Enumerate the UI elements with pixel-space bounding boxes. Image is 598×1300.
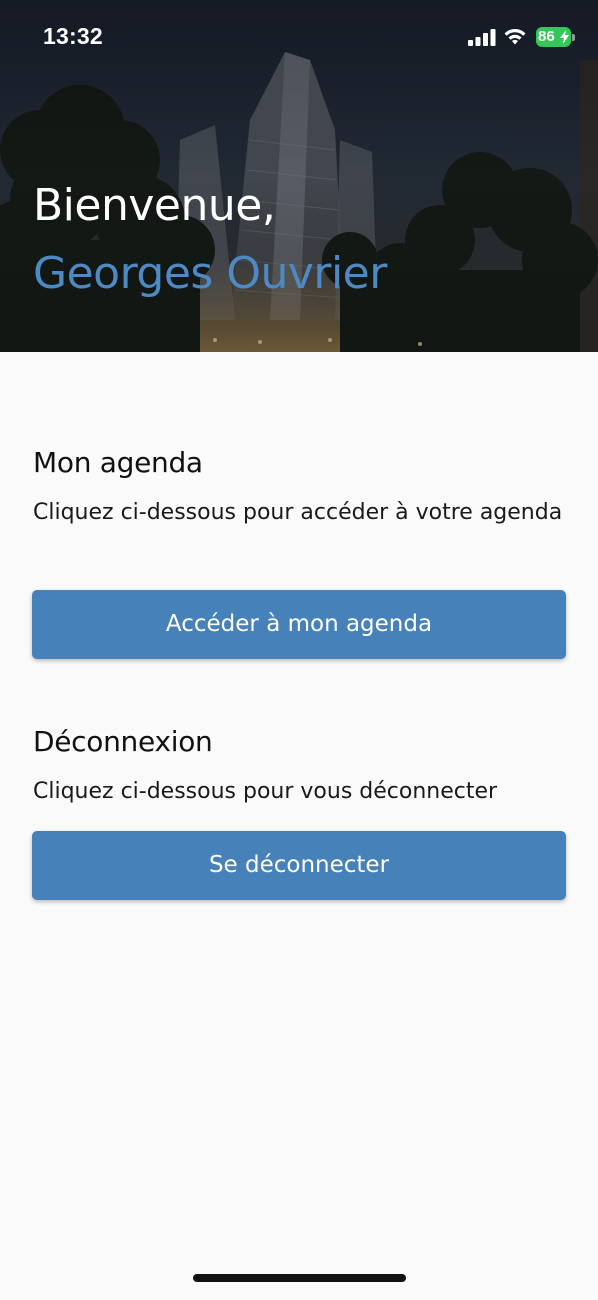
battery-cap xyxy=(572,34,575,41)
home-indicator[interactable] xyxy=(193,1274,406,1282)
battery-level: 86 xyxy=(538,28,555,45)
battery-icon: 86 xyxy=(536,27,576,47)
open-agenda-button[interactable]: Accéder à mon agenda xyxy=(32,590,566,659)
logout-button[interactable]: Se déconnecter xyxy=(32,831,566,900)
user-name: Georges Ouvrier xyxy=(33,248,387,299)
welcome-greeting: Bienvenue, xyxy=(33,180,276,231)
hero-header: 13:32 86 Bienvenue, Georges Ouvrier xyxy=(0,0,598,352)
signal-icon xyxy=(468,29,496,46)
agenda-title: Mon agenda xyxy=(33,446,203,479)
charging-bolt-icon xyxy=(560,30,569,44)
wifi-icon xyxy=(504,29,526,45)
agenda-description: Cliquez ci-dessous pour accéder à votre … xyxy=(33,500,563,525)
logout-title: Déconnexion xyxy=(33,725,213,758)
home-screen: 13:32 86 Bienvenue, Georges Ouvrier Mon … xyxy=(0,0,598,1300)
status-bar: 13:32 86 xyxy=(0,0,598,74)
logout-description: Cliquez ci-dessous pour vous déconnecter xyxy=(33,779,498,804)
status-time: 13:32 xyxy=(43,23,103,49)
